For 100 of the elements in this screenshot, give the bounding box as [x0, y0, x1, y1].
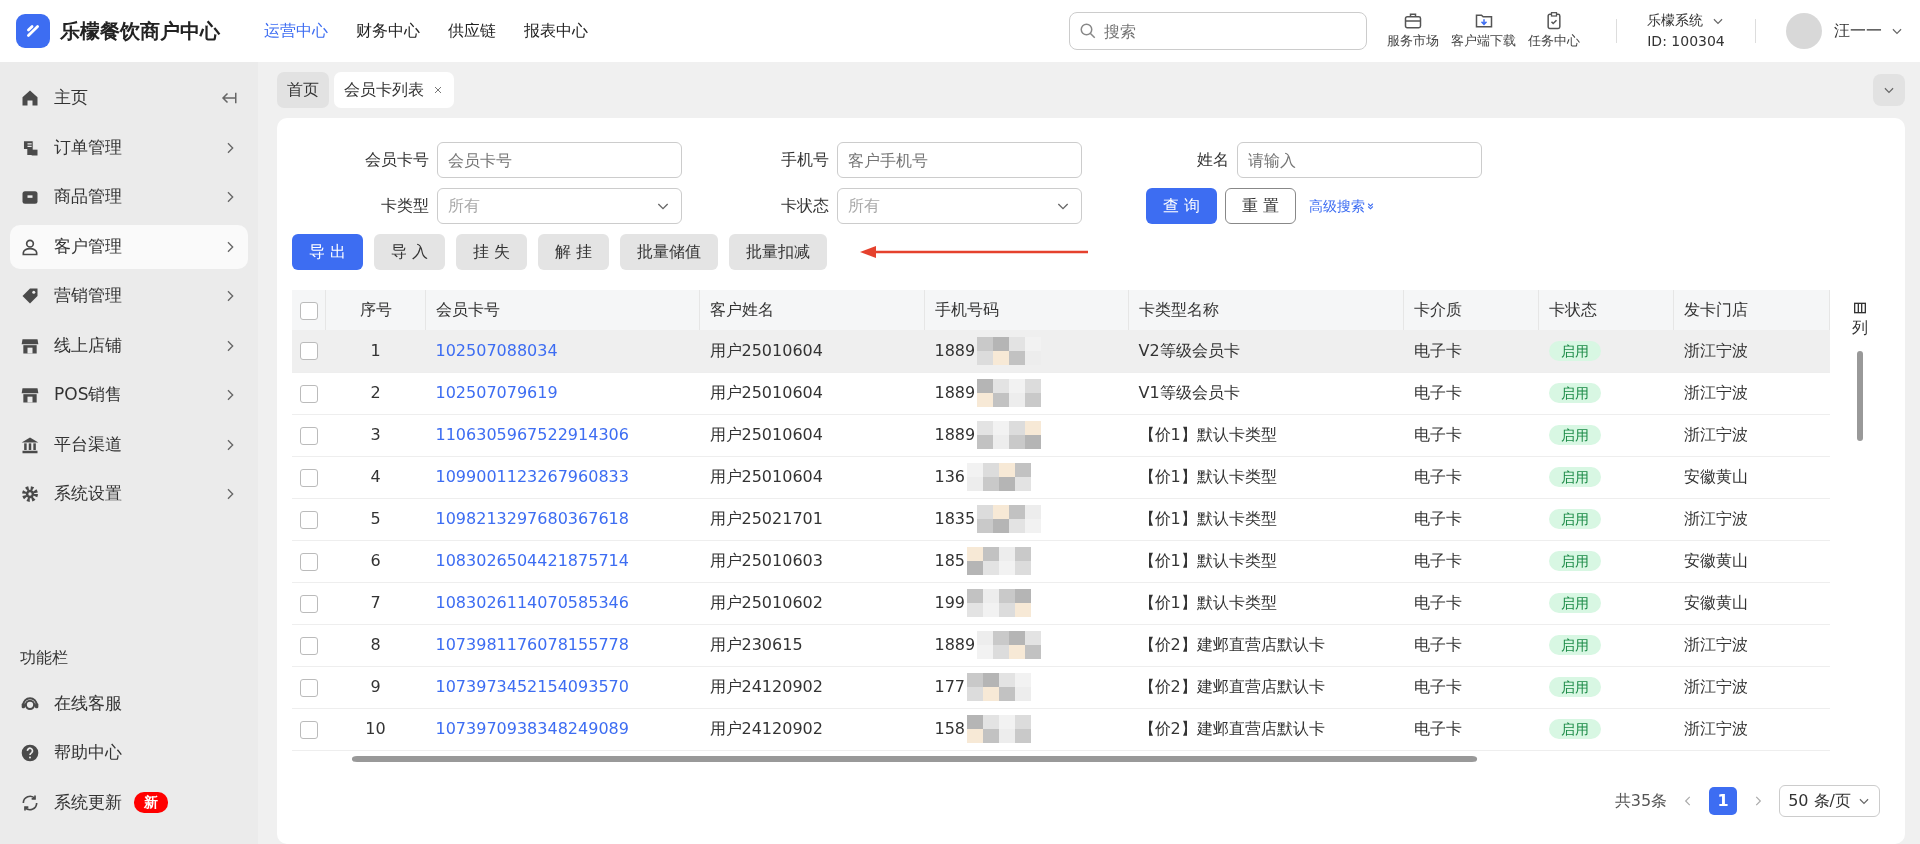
sidebar-item[interactable]: 主页 — [10, 76, 248, 120]
sidebar-item[interactable]: 平台渠道 — [10, 422, 248, 467]
action-button[interactable]: 挂 失 — [455, 234, 527, 270]
action-button[interactable]: 批量扣减 — [728, 234, 827, 270]
pixelated-block — [977, 505, 1042, 533]
table-cell: 安徽黄山 — [1683, 551, 1748, 570]
card-number-link[interactable]: 1083026504421875714 — [435, 551, 629, 570]
table-cell: 1889 — [934, 382, 976, 402]
status-badge: 启用 — [1548, 467, 1601, 487]
sidebar-item[interactable]: POS销售 — [10, 373, 248, 417]
sidebar-item[interactable]: 帮助中心 — [10, 731, 248, 775]
page-tab[interactable]: 会员卡列表 — [333, 72, 454, 108]
page-button[interactable]: 1 — [1709, 786, 1738, 815]
nav-tab[interactable]: 财务中心 — [356, 19, 420, 43]
input-field[interactable]: 请输入 — [1236, 142, 1482, 178]
checkbox[interactable] — [299, 552, 318, 571]
page-size-select[interactable]: 50 条/页 — [1779, 784, 1880, 817]
card-number-link[interactable]: 1099001123267960833 — [435, 467, 629, 486]
account-switcher[interactable]: 乐檬系统 ID: 100304 — [1647, 10, 1725, 52]
checkbox[interactable] — [299, 301, 318, 320]
action-button[interactable]: 导 出 — [291, 234, 363, 270]
table-row[interactable]: 6 1083026504421875714 用户25010603 185 【价1】默认卡类型 电子卡 启用 安徽黄山 — [291, 540, 1830, 582]
column-header: 卡介质 — [1414, 300, 1462, 319]
tag-icon — [20, 286, 40, 306]
checkbox[interactable] — [299, 636, 318, 655]
horizontal-scrollbar[interactable] — [351, 755, 1477, 762]
action-button[interactable]: 导 入 — [373, 234, 445, 270]
column-settings-button[interactable]: 列 — [1830, 290, 1890, 341]
table-row[interactable]: 2 102507079619 用户25010604 1889 V1等级会员卡 电子卡 启用 浙江宁波 — [291, 372, 1830, 414]
action-button[interactable]: 批量储值 — [619, 234, 718, 270]
reset-button[interactable]: 重 置 — [1224, 188, 1296, 224]
checkbox[interactable] — [299, 720, 318, 739]
toolbar-button[interactable]: 客户端下载 — [1451, 11, 1516, 51]
table-cell: 【价1】默认卡类型 — [1138, 509, 1277, 528]
checkbox[interactable] — [299, 678, 318, 697]
input-field[interactable]: 会员卡号 — [436, 142, 682, 178]
checkbox[interactable] — [299, 426, 318, 445]
pixelated-block — [977, 631, 1042, 659]
sidebar-item[interactable]: 线上店铺 — [10, 323, 248, 368]
table-cell: 用户25010604 — [709, 467, 823, 486]
table-cell: V1等级会员卡 — [1138, 383, 1240, 402]
card-number-link[interactable]: 102507079619 — [435, 383, 558, 402]
input-field[interactable]: 客户手机号 — [836, 142, 1082, 178]
table-cell: 【价1】默认卡类型 — [1138, 467, 1277, 486]
app-title: 乐檬餐饮商户中心 — [60, 18, 220, 45]
table-cell: 用户25010602 — [709, 593, 823, 612]
table-cell: 1889 — [934, 424, 976, 444]
search-field[interactable]: 搜索 — [1069, 12, 1367, 50]
checkbox[interactable] — [299, 384, 318, 403]
table-row[interactable]: 7 1083026114070585346 用户25010602 199 【价1】默认卡类型 电子卡 启用 安徽黄山 — [291, 582, 1830, 624]
dropdown-button[interactable] — [1873, 74, 1905, 106]
table-cell: 浙江宁波 — [1683, 425, 1748, 444]
table-row[interactable]: 10 1073970938348249089 用户24120902 158 【价2】建邺直营店默认卡 电子卡 启用 浙江宁波 — [291, 708, 1830, 750]
pixelated-block — [967, 715, 1032, 743]
checkbox[interactable] — [299, 468, 318, 487]
checkbox[interactable] — [299, 594, 318, 613]
checkbox[interactable] — [299, 342, 318, 361]
pixelated-block — [967, 463, 1032, 491]
table-row[interactable]: 9 1073973452154093570 用户24120902 177 【价2】建邺直营店默认卡 电子卡 启用 浙江宁波 — [291, 666, 1830, 708]
user-name[interactable]: 汪一一 — [1834, 19, 1882, 43]
nav-tab[interactable]: 运营中心 — [264, 19, 328, 43]
advanced-search-link[interactable]: 高级搜索 — [1303, 188, 1381, 224]
nav-tab[interactable]: 供应链 — [448, 19, 496, 43]
sidebar-item[interactable]: 客户管理 — [10, 224, 248, 269]
card-number-link[interactable]: 1073973452154093570 — [435, 677, 629, 696]
column-header: 会员卡号 — [436, 300, 500, 319]
table-cell: 电子卡 — [1413, 340, 1462, 360]
card-number-link[interactable]: 1098213297680367618 — [435, 509, 629, 528]
card-number-link[interactable]: 1073970938348249089 — [435, 719, 629, 738]
table-cell: 【价1】默认卡类型 — [1138, 593, 1277, 612]
table-row[interactable]: 5 1098213297680367618 用户25021701 1835 【价1】默认卡类型 电子卡 启用 浙江宁波 — [291, 498, 1830, 540]
field-label: 卡类型 — [379, 195, 429, 217]
card-number-link[interactable]: 1083026114070585346 — [435, 593, 629, 612]
page-tab[interactable]: 首页 — [276, 72, 329, 108]
sidebar-item[interactable]: 营销管理 — [10, 274, 248, 318]
table-cell: 电子卡 — [1413, 425, 1462, 444]
nav-tab[interactable]: 报表中心 — [524, 19, 588, 43]
status-badge: 启用 — [1548, 593, 1601, 613]
table-cell: 7 — [370, 593, 381, 612]
sidebar-item[interactable]: 系统更新 新 — [10, 780, 248, 825]
sidebar-item[interactable]: 系统设置 — [10, 472, 248, 516]
sidebar-item[interactable]: 订单管理 — [10, 125, 248, 170]
toolbar-button[interactable]: 任务中心 — [1528, 11, 1580, 51]
table-cell: 9 — [370, 677, 381, 696]
sidebar-item[interactable]: 在线客服 — [10, 681, 248, 726]
toolbar-button[interactable]: 服务市场 — [1387, 11, 1439, 51]
card-number-link[interactable]: 1106305967522914306 — [435, 425, 629, 444]
table-row[interactable]: 4 1099001123267960833 用户25010604 136 【价1】默认卡类型 电子卡 启用 安徽黄山 — [291, 456, 1830, 498]
action-button[interactable]: 解 挂 — [537, 234, 609, 270]
table-cell: 199 — [934, 592, 966, 612]
table-row[interactable]: 8 1073981176078155778 用户230615 1889 【价2】建邺直营店默认卡 电子卡 启用 浙江宁波 — [291, 624, 1830, 666]
table-cell: 1835 — [934, 508, 976, 528]
card-number-link[interactable]: 1073981176078155778 — [435, 635, 629, 654]
sidebar-item[interactable]: 商品管理 — [10, 175, 248, 219]
search-button[interactable]: 查 询 — [1145, 188, 1217, 224]
vertical-scrollbar[interactable] — [1857, 351, 1863, 441]
checkbox[interactable] — [299, 510, 318, 529]
table-row[interactable]: 1 102507088034 用户25010604 1889 V2等级会员卡 电子卡 启用 浙江宁波 — [291, 330, 1830, 372]
column-header: 卡状态 — [1549, 300, 1597, 319]
table-row[interactable]: 3 1106305967522914306 用户25010604 1889 【价1】默认卡类型 电子卡 启用 浙江宁波 — [291, 414, 1830, 456]
